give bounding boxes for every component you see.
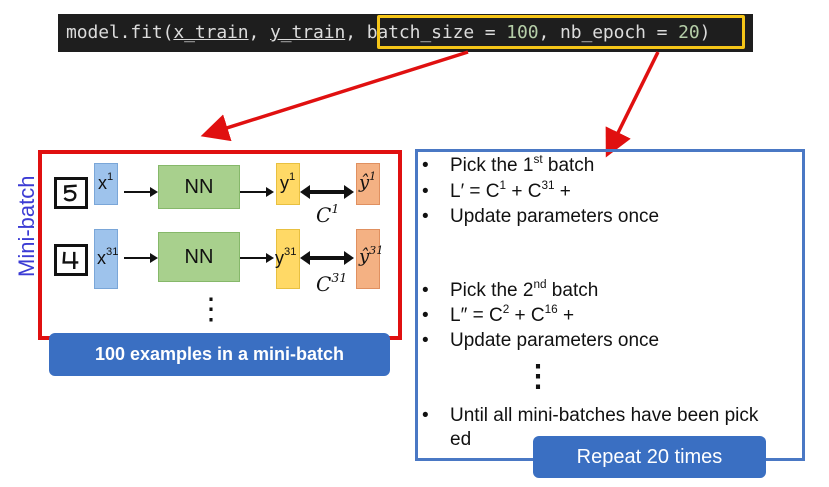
until-all-batches-line1: Until all mini-batches have been pick xyxy=(450,405,759,426)
pick-first-batch-text: Pick the 1st batch xyxy=(450,153,595,176)
vertical-ellipsis: ⋮ xyxy=(196,293,226,326)
bullet: • xyxy=(422,305,429,326)
bullet: • xyxy=(422,405,429,426)
until-all-batches-line2: ed xyxy=(450,429,472,450)
bullet: • xyxy=(422,280,429,301)
bullet: • xyxy=(422,155,429,176)
mini-batch-banner: 100 examples in a mini-batch xyxy=(49,333,390,376)
y31-label: y31 xyxy=(275,246,297,268)
bullet: • xyxy=(422,181,429,202)
loss-second-batch-text: L″ = C2 + C16 + xyxy=(450,303,575,326)
c31-label: C31 xyxy=(316,270,348,296)
bullet: • xyxy=(422,330,429,351)
loss-first-batch-text: L′ = C1 + C31 + xyxy=(450,179,571,202)
nn-box: NN xyxy=(158,232,240,282)
pick-second-batch-text: Pick the 2nd batch xyxy=(450,278,599,301)
update-params-text-2: Update parameters once xyxy=(450,330,660,351)
update-params-text-1: Update parameters once xyxy=(450,206,660,227)
bullet: • xyxy=(422,206,429,227)
repeat-banner: Repeat 20 times xyxy=(533,436,766,478)
yhat31-label: ŷ31 xyxy=(359,244,384,267)
vertical-ellipsis: ⋮ xyxy=(523,360,553,393)
